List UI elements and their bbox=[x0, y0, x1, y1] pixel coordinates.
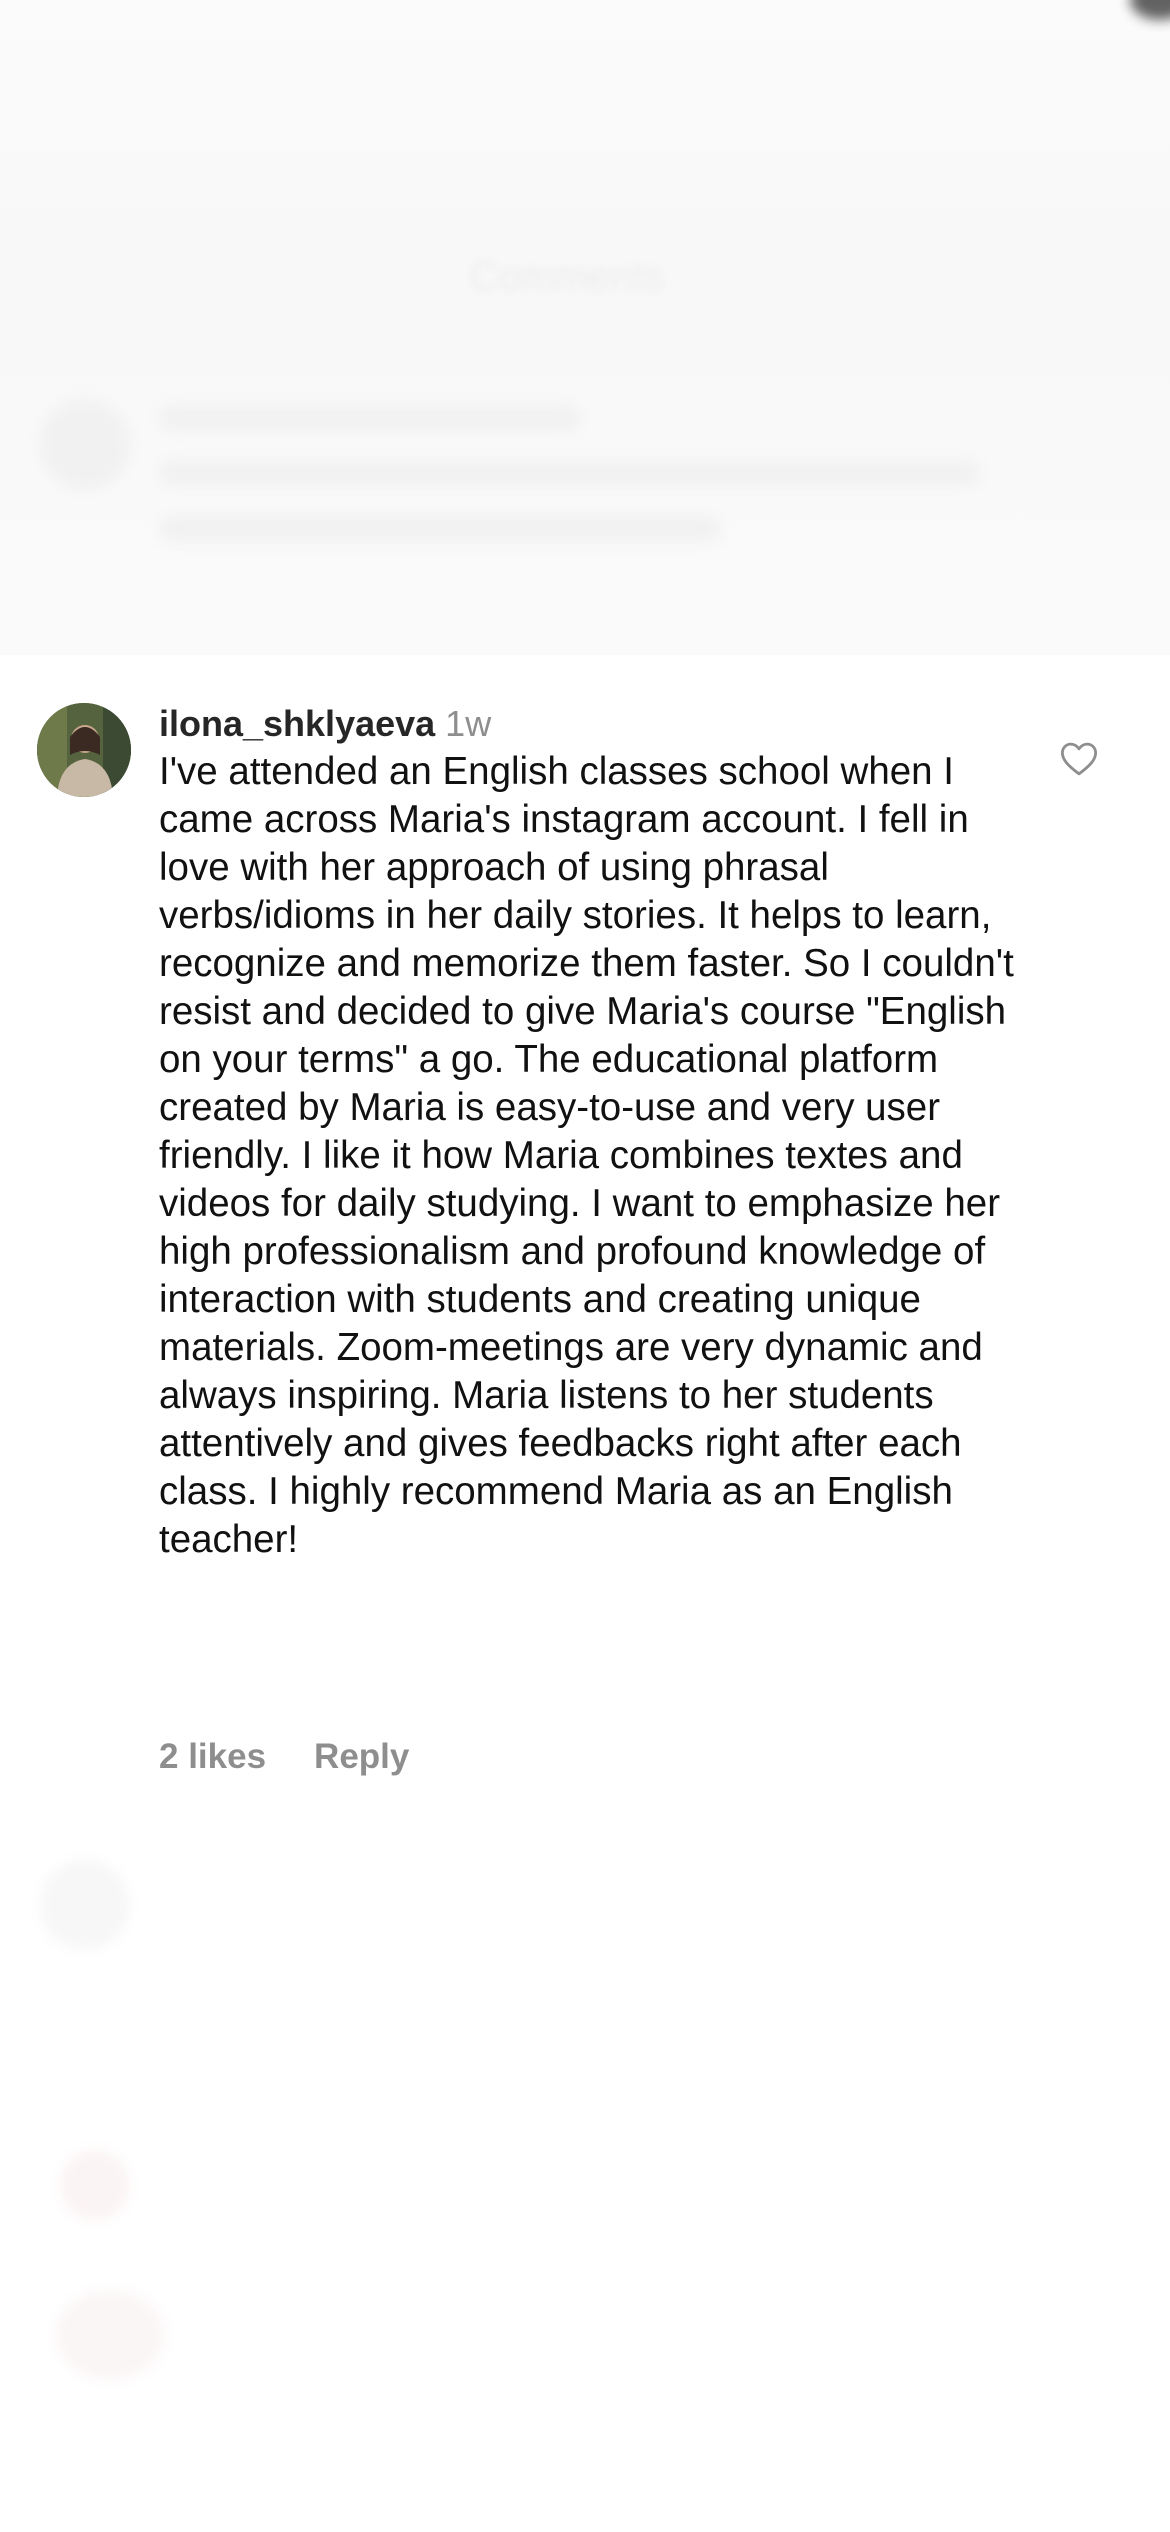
reply-button[interactable]: Reply bbox=[314, 1737, 409, 1776]
blurred-text-line bbox=[160, 515, 720, 541]
page: Comments ilona_shklyaeva 1w I've attended… bbox=[0, 0, 1170, 2532]
comment-text: I've attended an English classes school … bbox=[159, 750, 1014, 1561]
like-comment-button[interactable] bbox=[1058, 738, 1100, 780]
likes-count[interactable]: 2 likes bbox=[159, 1737, 266, 1776]
comment-item: ilona_shklyaeva 1w I've attended an Engli… bbox=[0, 655, 1170, 2100]
blurred-sheet-title: Comments bbox=[470, 255, 664, 299]
comment-username[interactable]: ilona_shklyaeva bbox=[159, 703, 435, 744]
comment-actions: 2 likes Reply bbox=[159, 1735, 409, 1779]
blurred-text-line bbox=[160, 460, 980, 486]
blurred-reaction-shape bbox=[55, 2290, 165, 2380]
comment-header: ilona_shklyaeva 1w bbox=[159, 700, 491, 748]
blurred-comments-sheet: Comments bbox=[0, 0, 1170, 655]
blurred-avatar bbox=[40, 400, 130, 490]
blurred-reaction-shape bbox=[60, 2150, 130, 2220]
blurred-corner-shape bbox=[1130, 0, 1170, 20]
heart-outline-icon bbox=[1060, 742, 1098, 776]
blurred-lower-area bbox=[0, 1860, 1170, 2532]
avatar-photo bbox=[37, 703, 131, 797]
comment-timestamp: 1w bbox=[445, 703, 492, 744]
avatar[interactable] bbox=[37, 703, 131, 797]
blurred-text-line bbox=[160, 405, 580, 431]
blurred-avatar bbox=[40, 1860, 130, 1950]
